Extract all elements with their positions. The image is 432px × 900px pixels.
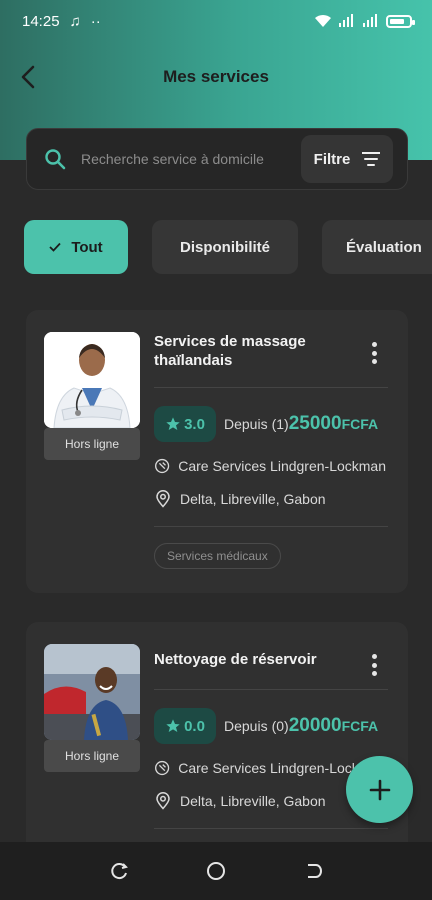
price-value: 20000: [288, 715, 342, 736]
filter-icon: [362, 152, 381, 166]
chip-rating[interactable]: Évaluation: [322, 220, 432, 274]
home-icon: [206, 862, 225, 880]
battery-icon: [386, 14, 415, 28]
signal-icon-2: [363, 14, 377, 27]
back-nav-icon: [308, 864, 323, 878]
price-currency: FCFA: [341, 718, 379, 734]
status-time: 14:25: [22, 12, 60, 30]
location-text: Delta, Libreville, Gabon: [180, 491, 326, 507]
location-row: Delta, Libreville, Gabon: [154, 490, 386, 508]
divider: [154, 689, 388, 690]
filter-button[interactable]: Filtre: [301, 135, 393, 183]
price-value: 25000: [288, 413, 342, 434]
page-title: Mes services: [163, 67, 269, 86]
wifi-icon: [315, 14, 331, 27]
provider-row: Care Services Lindgren-Lockman: [154, 457, 386, 475]
more-options-button[interactable]: [364, 652, 384, 678]
recent-apps-icon: [111, 863, 128, 880]
check-icon: [49, 242, 61, 252]
arrow-left-icon: [21, 65, 35, 89]
rating-value: 3.0: [184, 415, 205, 433]
search-bar: Filtre: [26, 128, 408, 190]
system-nav-bar: [0, 842, 432, 900]
search-input[interactable]: [81, 151, 291, 167]
location-pin-icon: [156, 490, 170, 508]
star-icon: [166, 719, 180, 732]
service-image: [44, 332, 140, 428]
filter-label: Filtre: [313, 150, 351, 168]
service-title: Services de massage thaïlandais: [154, 333, 306, 369]
search-icon: [45, 149, 66, 170]
rating-badge: 0.0: [154, 708, 216, 744]
service-card[interactable]: Hors ligne Services de massage thaïlanda…: [26, 310, 408, 593]
plus-icon: [369, 779, 390, 800]
provider-icon: [155, 760, 170, 776]
divider: [154, 828, 388, 829]
location-pin-icon: [156, 792, 170, 810]
chip-availability-label: Disponibilité: [180, 238, 270, 256]
status-badge: Hors ligne: [44, 740, 140, 772]
review-count: (1): [271, 416, 289, 432]
price-row: 0.0 Depuis (0) 20000 FCFA: [154, 708, 378, 744]
location-text: Delta, Libreville, Gabon: [180, 793, 326, 809]
review-count: (0): [271, 718, 289, 734]
chip-availability[interactable]: Disponibilité: [152, 220, 298, 274]
add-service-button[interactable]: [346, 756, 413, 823]
app-bar: Mes services: [0, 55, 432, 99]
service-image: [44, 644, 140, 740]
status-badge: Hors ligne: [44, 428, 140, 460]
status-bar: 14:25 ♫ ··: [0, 0, 432, 42]
chip-rating-label: Évaluation: [346, 238, 422, 256]
provider-icon: [155, 458, 170, 474]
music-note-icon: ♫: [69, 12, 81, 30]
chip-all-label: Tout: [71, 238, 103, 256]
since-label: Depuis: [224, 416, 268, 432]
home-button[interactable]: [196, 851, 236, 891]
service-title: Nettoyage de réservoir: [154, 651, 317, 668]
signal-icon: [339, 14, 353, 27]
rating-value: 0.0: [184, 717, 205, 735]
category-tag[interactable]: Services médicaux: [154, 543, 281, 569]
back-nav-button[interactable]: [293, 851, 333, 891]
status-dots: ··: [90, 12, 101, 30]
divider: [154, 526, 388, 527]
price-currency: FCFA: [341, 416, 379, 432]
recent-apps-button[interactable]: [99, 851, 139, 891]
provider-name: Care Services Lindgren-Lockman: [178, 458, 386, 474]
divider: [154, 387, 388, 388]
since-label: Depuis: [224, 718, 268, 734]
price-row: 3.0 Depuis (1) 25000 FCFA: [154, 406, 378, 442]
more-options-button[interactable]: [364, 340, 384, 366]
star-icon: [166, 417, 180, 430]
filter-chips: Tout Disponibilité Évaluation: [24, 220, 432, 276]
service-card[interactable]: Hors ligne Nettoyage de réservoir 0.0 De…: [26, 622, 408, 862]
rating-badge: 3.0: [154, 406, 216, 442]
chip-all[interactable]: Tout: [24, 220, 128, 274]
back-button[interactable]: [14, 63, 42, 91]
